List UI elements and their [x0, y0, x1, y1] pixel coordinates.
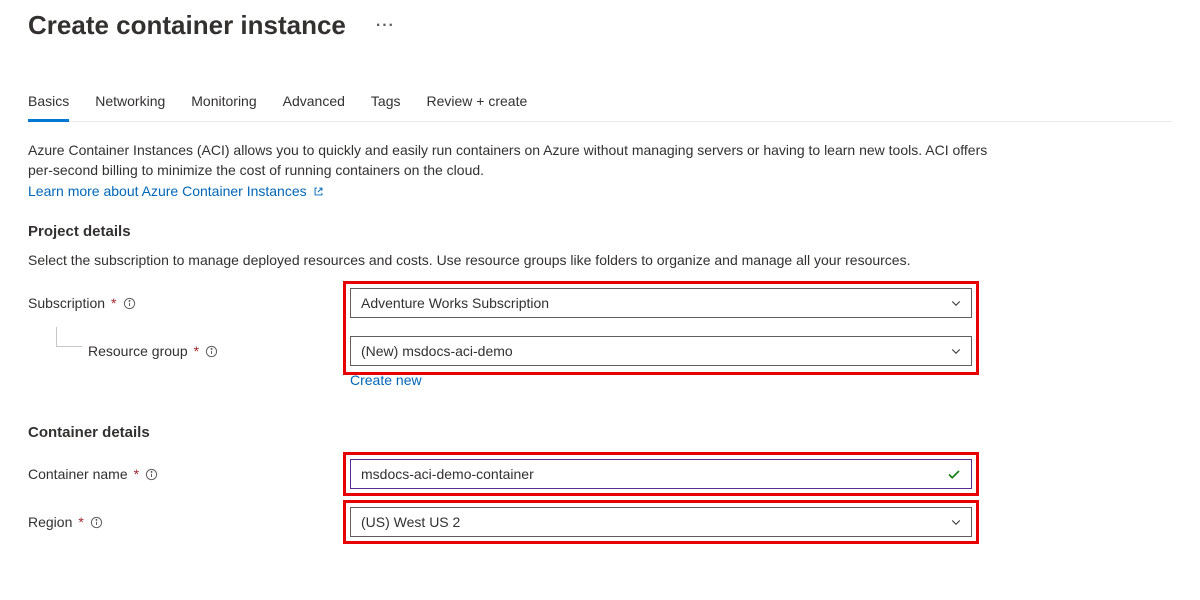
learn-more-label: Learn more about Azure Container Instanc…	[28, 183, 307, 199]
container-name-label: Container name *	[28, 466, 350, 482]
region-row: Region * (US) West US 2	[28, 507, 1172, 537]
intro-text: Azure Container Instances (ACI) allows y…	[28, 140, 988, 201]
required-asterisk: *	[194, 343, 199, 359]
resource-group-value: (New) msdocs-aci-demo	[361, 343, 513, 359]
create-new-row: Create new	[350, 372, 1172, 388]
container-name-row: Container name * msdocs-aci-demo-contain…	[28, 459, 1172, 489]
info-icon[interactable]	[205, 345, 218, 358]
info-icon[interactable]	[90, 516, 103, 529]
tab-networking[interactable]: Networking	[95, 87, 165, 122]
project-details-heading: Project details	[28, 223, 1172, 240]
tab-review-create[interactable]: Review + create	[427, 87, 528, 122]
resource-group-select[interactable]: (New) msdocs-aci-demo	[350, 336, 972, 366]
container-details-heading: Container details	[28, 424, 1172, 441]
resource-group-label-text: Resource group	[88, 343, 188, 359]
region-label-text: Region	[28, 514, 72, 530]
tab-tags[interactable]: Tags	[371, 87, 401, 122]
subscription-label: Subscription *	[28, 295, 350, 311]
tab-advanced[interactable]: Advanced	[283, 87, 345, 122]
more-icon[interactable]: ···	[376, 17, 395, 35]
page-title-text: Create container instance	[28, 10, 346, 41]
container-name-label-text: Container name	[28, 466, 128, 482]
required-asterisk: *	[111, 295, 116, 311]
tab-basics[interactable]: Basics	[28, 87, 69, 122]
region-label: Region *	[28, 514, 350, 530]
region-value: (US) West US 2	[361, 514, 460, 530]
external-link-icon	[313, 186, 324, 197]
subscription-row: Subscription * Adventure Works Subscript…	[28, 288, 1172, 318]
create-new-link[interactable]: Create new	[350, 372, 422, 388]
info-icon[interactable]	[123, 297, 136, 310]
required-asterisk: *	[78, 514, 83, 530]
container-name-value: msdocs-aci-demo-container	[361, 466, 534, 482]
wizard-tabs: Basics Networking Monitoring Advanced Ta…	[28, 87, 1172, 122]
tree-line-icon	[56, 327, 82, 347]
page-title: Create container instance ···	[28, 10, 1172, 41]
region-select[interactable]: (US) West US 2	[350, 507, 972, 537]
project-details-desc: Select the subscription to manage deploy…	[28, 250, 988, 270]
tab-monitoring[interactable]: Monitoring	[191, 87, 256, 122]
intro-body: Azure Container Instances (ACI) allows y…	[28, 142, 987, 178]
subscription-select[interactable]: Adventure Works Subscription	[350, 288, 972, 318]
required-asterisk: *	[134, 466, 139, 482]
info-icon[interactable]	[145, 468, 158, 481]
subscription-label-text: Subscription	[28, 295, 105, 311]
resource-group-label: Resource group *	[28, 343, 350, 359]
container-name-input[interactable]: msdocs-aci-demo-container	[350, 459, 972, 489]
resource-group-row: Resource group * (New) msdocs-aci-demo	[28, 336, 1172, 366]
subscription-value: Adventure Works Subscription	[361, 295, 549, 311]
learn-more-link[interactable]: Learn more about Azure Container Instanc…	[28, 183, 324, 199]
